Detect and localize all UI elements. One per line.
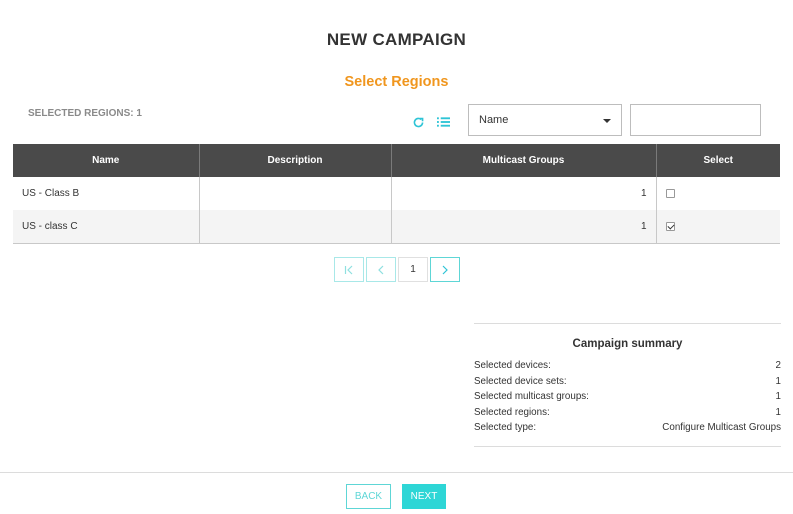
summary-row: Selected multicast groups: 1: [474, 389, 781, 405]
first-page-button[interactable]: [334, 257, 364, 282]
summary-value: 1: [775, 406, 781, 418]
selected-regions-count: SELECTED REGIONS: 1: [28, 108, 142, 119]
page-title: NEW CAMPAIGN: [326, 30, 467, 49]
pagination: 1: [334, 257, 460, 282]
caret-down-icon: [603, 119, 611, 123]
list-icon[interactable]: [435, 114, 451, 130]
cell-description: [199, 210, 392, 244]
summary-row: Selected devices: 2: [474, 358, 781, 374]
summary-row: Selected device sets: 1: [474, 374, 781, 390]
next-page-button[interactable]: [430, 257, 460, 282]
cell-multicast-groups: 1: [391, 210, 657, 244]
summary-value: 1: [775, 375, 781, 387]
table-row[interactable]: US - class C 1: [13, 210, 780, 244]
first-page-icon: [344, 265, 353, 274]
cell-select: [656, 210, 780, 244]
section-title: Select Regions: [344, 74, 449, 90]
summary-row: Selected type: Configure Multicast Groups: [474, 420, 781, 436]
summary-label: Selected devices:: [474, 360, 551, 372]
row-select-checkbox[interactable]: [665, 188, 675, 198]
summary-value: 2: [775, 360, 781, 372]
campaign-summary: Campaign summary Selected devices: 2 Sele…: [474, 323, 781, 447]
next-button[interactable]: NEXT: [402, 484, 446, 509]
column-header-description[interactable]: Description: [199, 144, 392, 177]
cell-description: [199, 177, 392, 210]
column-header-select: Select: [656, 144, 780, 177]
table-header-row: Name Description Multicast Groups Select: [13, 144, 780, 177]
chevron-left-icon: [378, 265, 384, 274]
footer-bar: BACK NEXT: [0, 472, 793, 514]
chevron-right-icon: [442, 265, 448, 274]
summary-label: Selected regions:: [474, 406, 550, 418]
cell-multicast-groups: 1: [391, 177, 657, 210]
row-select-checkbox[interactable]: [665, 221, 675, 231]
summary-title: Campaign summary: [572, 338, 683, 350]
column-header-multicast-groups[interactable]: Multicast Groups: [391, 144, 657, 177]
cell-name: US - class C: [13, 210, 200, 244]
current-page[interactable]: 1: [398, 257, 428, 282]
cell-name: US - Class B: [13, 177, 200, 210]
refresh-icon[interactable]: [410, 114, 426, 130]
summary-value: Configure Multicast Groups: [662, 422, 781, 434]
search-input[interactable]: [630, 104, 761, 136]
summary-label: Selected multicast groups:: [474, 391, 589, 403]
summary-value: 1: [775, 391, 781, 403]
regions-table: Name Description Multicast Groups Select…: [13, 144, 780, 244]
back-button[interactable]: BACK: [346, 484, 391, 509]
filter-field-value: Name: [479, 114, 509, 126]
table-row[interactable]: US - Class B 1: [13, 177, 780, 210]
filter-field-select[interactable]: Name: [468, 104, 622, 136]
summary-label: Selected device sets:: [474, 375, 567, 387]
summary-label: Selected type:: [474, 422, 537, 434]
summary-row: Selected regions: 1: [474, 405, 781, 421]
column-header-name[interactable]: Name: [13, 144, 200, 177]
cell-select: [656, 177, 780, 210]
previous-page-button[interactable]: [366, 257, 396, 282]
